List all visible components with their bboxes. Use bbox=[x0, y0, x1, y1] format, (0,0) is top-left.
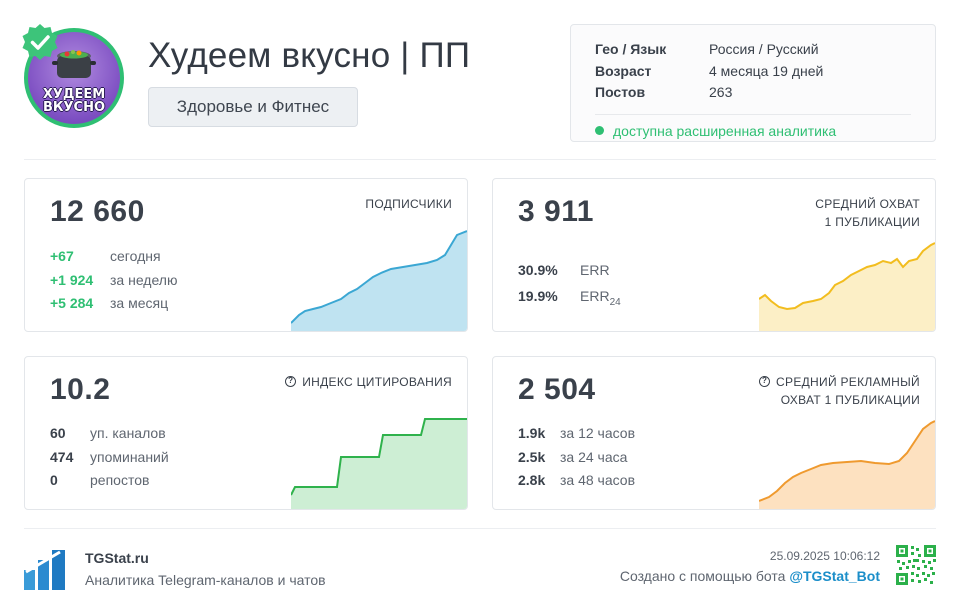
citation-area bbox=[291, 419, 467, 509]
channel-info-box: Гео / Язык Россия / Русский Возраст 4 ме… bbox=[570, 24, 936, 142]
err24-row: 19.9% ERR24 bbox=[518, 288, 621, 308]
ad-reach-stats: 1.9k за 12 часов 2.5k за 24 часа 2.8k за 48… bbox=[518, 422, 635, 493]
bot-link[interactable]: @TGStat_Bot bbox=[789, 568, 880, 584]
stat-row: 2.5k за 24 часа bbox=[518, 448, 628, 465]
created-prefix: Создано с помощью бота bbox=[619, 568, 790, 584]
channel-avatar: ХУДЕЕМ ВКУСНО bbox=[22, 24, 124, 128]
posts-value: 263 bbox=[709, 84, 733, 100]
info-row-posts: Постов 263 bbox=[595, 82, 911, 104]
info-row-age: Возраст 4 месяца 19 дней bbox=[595, 61, 911, 83]
citation-card: 10.2 ? ИНДЕКС ЦИТИРОВАНИЯ 60 уп. каналов … bbox=[24, 356, 468, 510]
err-row: 30.9% ERR bbox=[518, 262, 610, 278]
status-dot-icon bbox=[595, 126, 604, 135]
ad-reach-sparkline bbox=[759, 420, 935, 509]
help-icon[interactable]: ? bbox=[759, 376, 771, 387]
posts-label: Постов bbox=[595, 84, 646, 100]
age-value: 4 месяца 19 дней bbox=[709, 62, 824, 79]
citation-label[interactable]: ? ИНДЕКС ЦИТИРОВАНИЯ bbox=[285, 373, 452, 391]
brand-tagline: Аналитика Telegram-каналов и чатов bbox=[85, 572, 326, 588]
citation-sparkline bbox=[291, 418, 467, 509]
stat-row: +5 284 за месяц bbox=[50, 295, 169, 311]
timestamp: 25.09.2025 10:06:12 bbox=[769, 549, 880, 563]
subscribers-card: 12 660 ПОДПИСЧИКИ +67 сегодня +1 924 за не… bbox=[24, 178, 468, 332]
divider bbox=[24, 159, 936, 160]
reach-card: 3 911 СРЕДНИЙ ОХВАТ 1 ПУБЛИКАЦИИ 30.9% ERR… bbox=[492, 178, 936, 332]
analytics-note: доступна расширенная аналитика bbox=[613, 122, 837, 139]
reach-label: СРЕДНИЙ ОХВАТ 1 ПУБЛИКАЦИИ bbox=[815, 197, 920, 229]
divider bbox=[24, 528, 936, 529]
subscribers-area bbox=[291, 231, 467, 331]
subscribers-stats: +67 сегодня +1 924 за неделю +5 284 за меся… bbox=[50, 245, 177, 316]
avatar-caption: ХУДЕЕМ ВКУСНО bbox=[42, 87, 106, 115]
reach-area bbox=[759, 243, 935, 331]
stat-row: 2.8k за 48 часов bbox=[518, 472, 636, 488]
channel-title: Худеем вкусно | ПП bbox=[148, 36, 471, 75]
brand-name[interactable]: TGStat.ru bbox=[85, 550, 149, 566]
help-icon[interactable]: ? bbox=[285, 376, 297, 387]
info-row-geo: Гео / Язык Россия / Русский bbox=[595, 39, 911, 61]
analytics-status: доступна расширенная аналитика bbox=[595, 113, 911, 139]
subscribers-label: ПОДПИСЧИКИ bbox=[365, 197, 452, 211]
stat-row: 1.9k за 12 часов bbox=[518, 425, 636, 441]
verified-badge-icon bbox=[22, 24, 58, 60]
qr-code-icon bbox=[896, 545, 936, 585]
ad-reach-value: 2 504 bbox=[518, 373, 596, 406]
category-tag[interactable]: Здоровье и Фитнес bbox=[148, 87, 358, 127]
stat-row: 0 репостов bbox=[50, 472, 150, 488]
ad-reach-label[interactable]: ? СРЕДНИЙ РЕКЛАМНЫЙ ОХВАТ 1 ПУБЛИКАЦИИ bbox=[759, 373, 920, 409]
subscribers-value: 12 660 bbox=[50, 195, 145, 228]
stat-row: 60 уп. каналов bbox=[50, 425, 166, 441]
reach-stats: 30.9% ERR 19.9% ERR24 bbox=[518, 257, 621, 312]
geo-label: Гео / Язык bbox=[595, 41, 667, 57]
age-label: Возраст bbox=[595, 62, 652, 79]
tgstat-logo-icon[interactable] bbox=[24, 548, 68, 590]
citation-stats: 60 уп. каналов 474 упоминаний 0 репостов bbox=[50, 422, 169, 493]
reach-sparkline bbox=[759, 242, 935, 331]
stat-row: +67 сегодня bbox=[50, 248, 161, 264]
stat-row: 474 упоминаний bbox=[50, 448, 169, 465]
ad-reach-card: 2 504 ? СРЕДНИЙ РЕКЛАМНЫЙ ОХВАТ 1 ПУБЛИКА… bbox=[492, 356, 936, 510]
ad-reach-area bbox=[759, 421, 935, 509]
created-by: Создано с помощью бота @TGStat_Bot bbox=[620, 568, 880, 584]
geo-value: Россия / Русский bbox=[709, 41, 819, 57]
stat-row: +1 924 за неделю bbox=[50, 271, 178, 288]
subscribers-sparkline bbox=[291, 230, 467, 331]
reach-value: 3 911 bbox=[518, 195, 594, 228]
citation-value: 10.2 bbox=[50, 373, 111, 406]
